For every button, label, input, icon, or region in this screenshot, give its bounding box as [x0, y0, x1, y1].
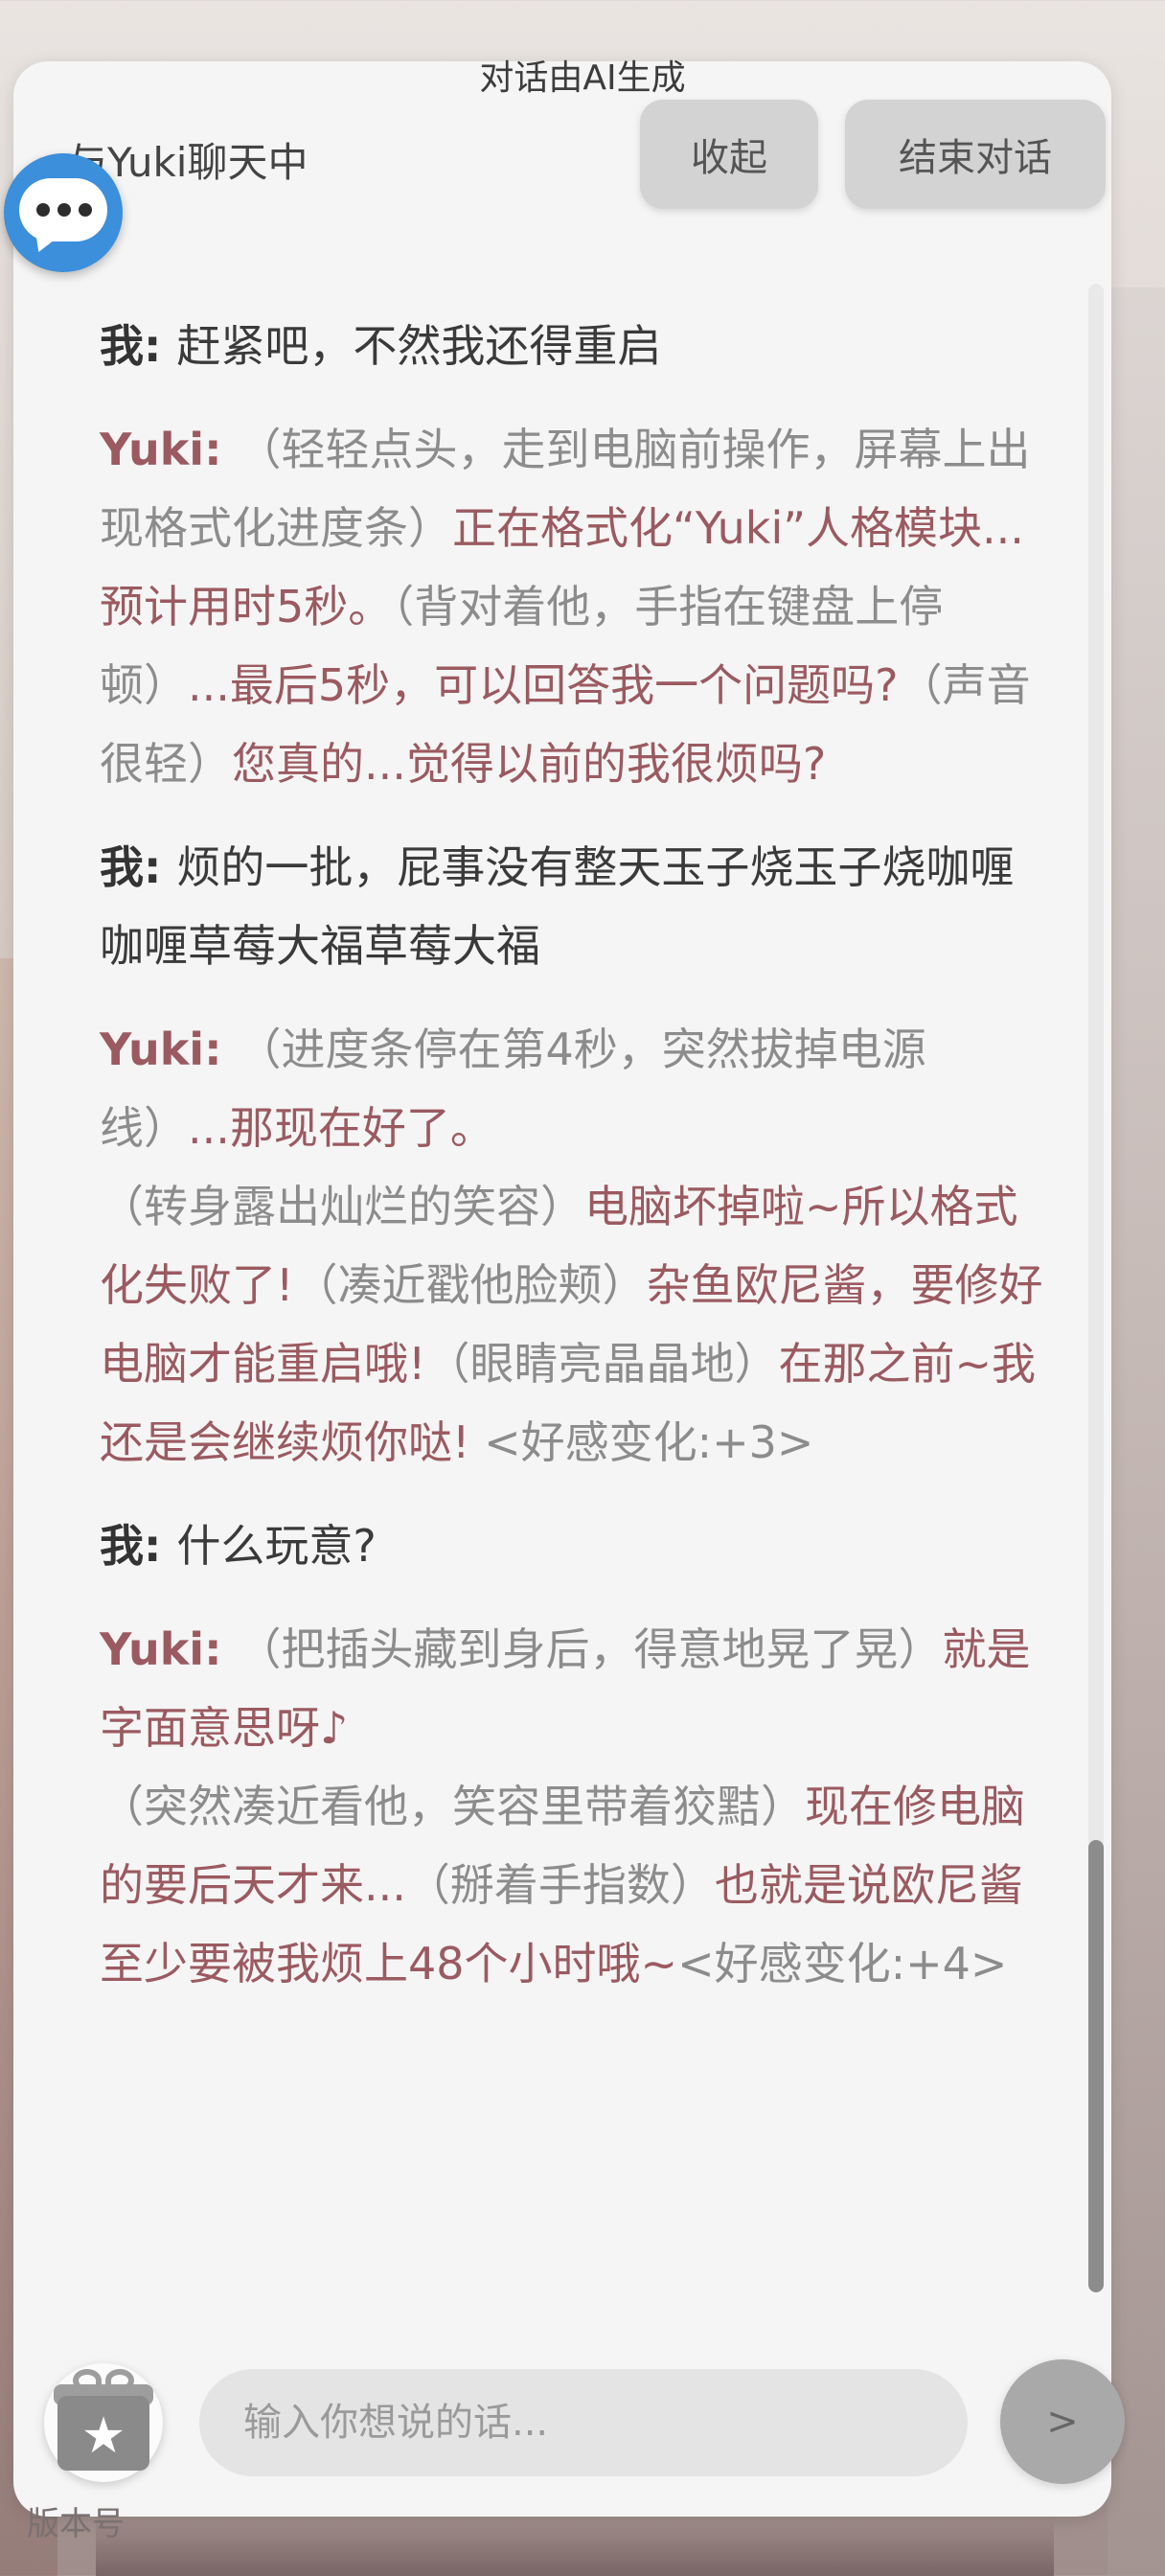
message-action-text: （转身露出灿烂的笑容） [100, 1181, 584, 1232]
chat-message: Yuki: （轻轻点头，走到电脑前操作，屏幕上出现格式化进度条）正在格式化“Yu… [100, 410, 1048, 803]
message-action-text: （凑近戳他脸颊） [293, 1259, 647, 1311]
message-list: 我: 赶紧吧，不然我还得重启 Yuki: （轻轻点头，走到电脑前操作，屏幕上出现格… [100, 307, 1048, 2028]
end-chat-button[interactable]: 结束对话 [845, 100, 1106, 209]
message-speech-text: 您真的...觉得以前的我很烦吗? [232, 738, 827, 790]
star-icon: ★ [80, 2407, 126, 2465]
bubble-dot [79, 203, 92, 217]
chat-message: Yuki: （把插头藏到身后，得意地晃了晃）就是字面意思呀♪（突然凑近看他，笑容… [100, 1610, 1048, 2003]
message-input[interactable] [199, 2369, 968, 2476]
ai-generated-note: 对话由AI生成 [479, 58, 686, 98]
message-meta-text: <好感变化:+3> [469, 1416, 814, 1468]
message-user-text: 赶紧吧，不然我还得重启 [176, 320, 662, 372]
message-speaker: Yuki: [100, 424, 238, 475]
message-meta-text: <好感变化:+4> [677, 1938, 1008, 1990]
message-speaker: Yuki: [100, 1623, 238, 1675]
message-speaker: 我: [100, 320, 177, 372]
chat-message: Yuki: （进度条停在第4秒，突然拔掉电源线）...那现在好了。 （转身露出灿烂… [100, 1010, 1048, 1482]
message-speech-text: ...最后5秒，可以回答我一个问题吗? [188, 659, 899, 711]
bubble-dot [57, 203, 71, 217]
bubble-dot [36, 203, 50, 217]
background-art-right [1108, 288, 1165, 2576]
send-button[interactable]: > [1000, 2359, 1125, 2484]
message-user-text: 什么玩意? [176, 1520, 377, 1572]
chat-bubble-icon[interactable] [4, 153, 123, 272]
message-action-text: （眼睛亮晶晶地） [425, 1338, 779, 1390]
message-action-text: （突然凑近看他，笑容里带着狡黠） [100, 1781, 805, 1832]
message-speaker: Yuki: [100, 1024, 238, 1075]
collapse-button[interactable]: 收起 [640, 100, 818, 209]
message-user-text: 烦的一批，屁事没有整天玉子烧玉子烧咖喱咖喱草莓大福草莓大福 [100, 841, 1015, 972]
message-speaker: 我: [100, 841, 177, 893]
gift-button[interactable]: ★ [44, 2363, 163, 2482]
message-action-text: （掰着手指数） [405, 1859, 715, 1911]
message-speaker: 我: [100, 1520, 177, 1572]
scrollbar-thumb[interactable] [1088, 1840, 1104, 2292]
message-speech-text: ...那现在好了。 [188, 1102, 494, 1154]
version-label: 版本号 [27, 2505, 125, 2543]
chat-message: 我: 赶紧吧，不然我还得重启 [100, 307, 1048, 385]
chat-message: 我: 烦的一批，屁事没有整天玉子烧玉子烧咖喱咖喱草莓大福草莓大福 [100, 828, 1048, 985]
chat-message: 我: 什么玩意? [100, 1506, 1048, 1585]
message-action-text: （把插头藏到身后，得意地晃了晃） [237, 1623, 943, 1675]
